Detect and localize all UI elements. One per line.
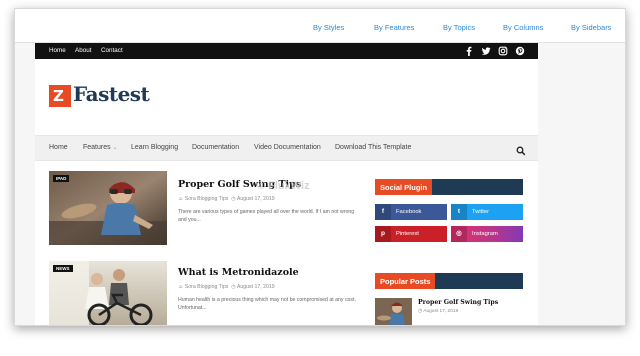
- post-thumbnail[interactable]: IPAD: [49, 171, 167, 245]
- nav-video-documentation[interactable]: Video Documentation: [254, 144, 321, 151]
- clock-icon: ◷: [418, 309, 423, 314]
- facebook-icon: f: [375, 204, 391, 220]
- twitter-icon: t: [451, 204, 467, 220]
- popular-post-meta: ◷ August 17, 2019: [418, 309, 458, 314]
- post-meta: ☺ Sora Blogging Tips ◷ August 17, 2019: [178, 196, 275, 202]
- social-plugin-title: Social Plugin: [375, 179, 433, 195]
- post-date: August 17, 2019: [236, 196, 275, 202]
- popular-post-title[interactable]: Proper Golf Swing Tips: [418, 299, 498, 306]
- twitter-icon[interactable]: [480, 45, 492, 57]
- nav-home[interactable]: Home: [49, 144, 68, 151]
- top-menu-contact[interactable]: Contact: [101, 47, 123, 54]
- pinterest-icon: p: [375, 226, 391, 242]
- popular-post-date: August 17, 2019: [423, 309, 459, 314]
- post-tag[interactable]: NEWS: [53, 265, 73, 272]
- instagram-button[interactable]: ◎ Instagram: [451, 226, 523, 242]
- post-thumbnail[interactable]: NEWS: [49, 261, 167, 325]
- twitter-button[interactable]: t Twitter: [451, 204, 523, 220]
- facebook-icon[interactable]: [463, 45, 475, 57]
- clock-icon: ◷: [231, 284, 236, 290]
- chevron-down-icon: ⌄: [112, 145, 118, 151]
- instagram-label: Instagram: [472, 231, 498, 237]
- nav-features-label: Features: [83, 144, 111, 151]
- popular-posts-title: Popular Posts: [375, 273, 436, 289]
- search-icon[interactable]: [516, 143, 526, 156]
- social-plugin-header: Social Plugin: [375, 179, 523, 195]
- nav-documentation[interactable]: Documentation: [192, 144, 239, 151]
- top-link-by-styles[interactable]: By Styles: [313, 23, 344, 32]
- main-navigation: Home Features ⌄ Learn Blogging Documenta…: [35, 135, 538, 161]
- nav-download-template[interactable]: Download This Template: [335, 144, 411, 151]
- logo-mark: Z: [49, 85, 71, 107]
- user-icon: ☺: [178, 284, 184, 290]
- watermark: © FluxWiz: [257, 180, 310, 192]
- post-date: August 17, 2019: [236, 284, 275, 290]
- top-menu-home[interactable]: Home: [49, 47, 66, 54]
- pinterest-label: Pinterest: [396, 231, 419, 237]
- demo-top-nav: By Styles By Features By Topics By Colum…: [15, 9, 625, 43]
- logo-text: Fastest: [73, 82, 150, 106]
- top-link-by-sidebars[interactable]: By Sidebars: [571, 23, 611, 32]
- post-excerpt: Human health is a precious thing which m…: [178, 297, 356, 312]
- browser-frame: By Styles By Features By Topics By Colum…: [14, 8, 626, 326]
- instagram-icon: ◎: [451, 226, 467, 242]
- post-title[interactable]: What is Metronidazole: [178, 267, 299, 278]
- user-icon: ☺: [178, 196, 184, 202]
- instagram-icon[interactable]: [497, 45, 509, 57]
- post-meta: ☺ Sora Blogging Tips ◷ August 17, 2019: [178, 284, 275, 290]
- top-link-by-features[interactable]: By Features: [374, 23, 414, 32]
- top-link-by-columns[interactable]: By Columns: [503, 23, 543, 32]
- clock-icon: ◷: [231, 196, 236, 202]
- top-bar: Home About Contact: [35, 43, 538, 59]
- post-author[interactable]: Sora Blogging Tips: [185, 284, 229, 290]
- facebook-label: Facebook: [396, 209, 422, 215]
- pinterest-icon[interactable]: [514, 45, 526, 57]
- popular-posts-header: Popular Posts: [375, 273, 523, 289]
- top-link-by-topics[interactable]: By Topics: [443, 23, 475, 32]
- popular-post-thumbnail[interactable]: [375, 298, 412, 325]
- pinterest-button[interactable]: p Pinterest: [375, 226, 447, 242]
- post-author[interactable]: Sora Blogging Tips: [185, 196, 229, 202]
- facebook-button[interactable]: f Facebook: [375, 204, 447, 220]
- nav-learn-blogging[interactable]: Learn Blogging: [131, 144, 178, 151]
- blog-page: Home About Contact Z Fastest Home Featur…: [35, 43, 538, 325]
- twitter-label: Twitter: [472, 209, 490, 215]
- top-menu-about[interactable]: About: [75, 47, 91, 54]
- post-excerpt: There are various types of games played …: [178, 209, 355, 224]
- post-tag[interactable]: IPAD: [53, 175, 70, 182]
- nav-features[interactable]: Features ⌄: [83, 144, 118, 151]
